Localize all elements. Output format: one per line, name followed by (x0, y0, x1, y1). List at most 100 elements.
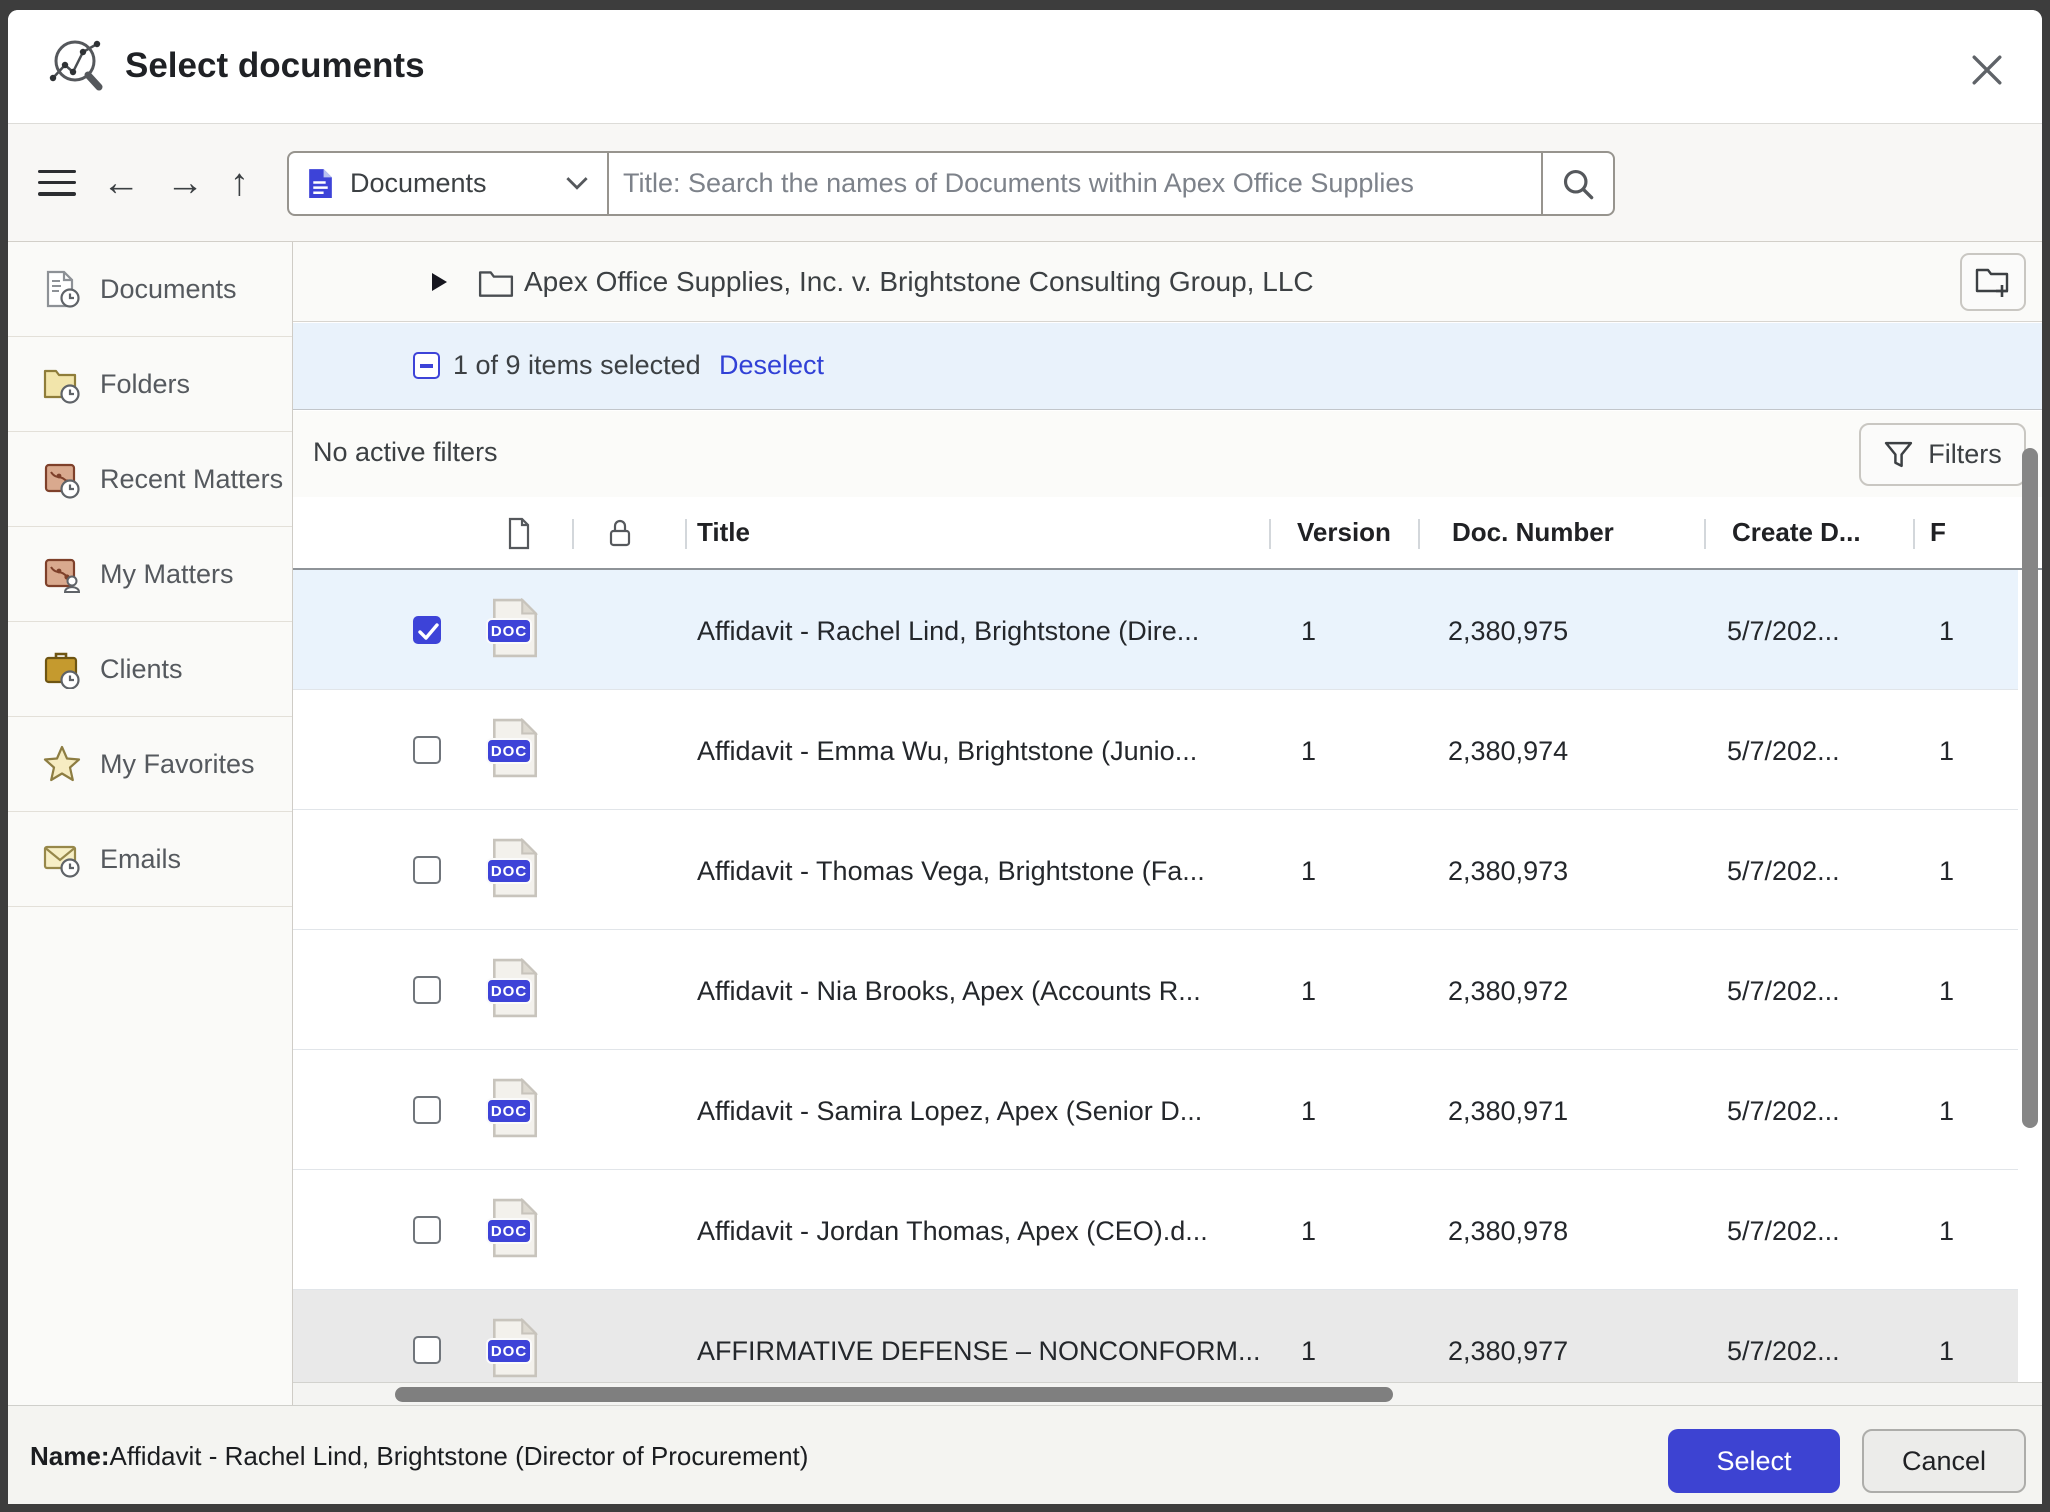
sidebar-item-my-favorites[interactable]: My Favorites (8, 717, 292, 812)
column-header-doc-number[interactable]: Doc. Number (1452, 517, 1614, 548)
cell-create-date: 5/7/202... (1727, 616, 1840, 647)
chevron-down-icon (565, 176, 589, 191)
row-checkbox[interactable] (413, 736, 441, 764)
cell-title: AFFIRMATIVE DEFENSE – NONCONFORM... (697, 1336, 1261, 1367)
doc-file-icon: DOC (492, 958, 544, 1022)
close-button[interactable] (1965, 48, 2009, 92)
sidebar: Documents Folders Recent Matters (8, 242, 293, 1405)
document-table: DOC Affidavit - Rachel Lind, Brightstone… (293, 570, 2042, 1410)
column-separator (1269, 519, 1271, 549)
column-header-version[interactable]: Version (1297, 517, 1391, 548)
sidebar-item-documents[interactable]: Documents (8, 242, 292, 337)
cell-create-date: 5/7/202... (1727, 856, 1840, 887)
sidebar-item-label: My Matters (100, 559, 234, 590)
breadcrumb-row: Apex Office Supplies, Inc. v. Brightston… (293, 242, 2042, 322)
cell-doc-number: 2,380,973 (1448, 856, 1568, 887)
column-separator (685, 519, 687, 549)
close-icon (1971, 54, 2003, 86)
table-row[interactable]: DOC Affidavit - Rachel Lind, Brightstone… (293, 570, 2018, 690)
navigation-toolbar: ← → ↑ Documents Title: Search the names … (8, 123, 2042, 242)
sidebar-item-label: Emails (100, 844, 181, 875)
sidebar-item-clients[interactable]: Clients (8, 622, 292, 717)
column-separator (1704, 519, 1706, 549)
sidebar-item-recent-matters[interactable]: Recent Matters (8, 432, 292, 527)
expand-triangle-icon[interactable] (432, 273, 447, 291)
table-row[interactable]: DOC Affidavit - Jordan Thomas, Apex (CEO… (293, 1170, 2018, 1290)
cell-title: Affidavit - Thomas Vega, Brightstone (Fa… (697, 856, 1205, 887)
row-checkbox[interactable] (413, 1216, 441, 1244)
doc-badge: DOC (486, 858, 532, 884)
cell-version: 1 (1301, 1336, 1316, 1367)
row-checkbox[interactable] (413, 616, 441, 644)
column-separator (1418, 519, 1420, 549)
up-arrow-icon[interactable]: ↑ (230, 164, 249, 202)
row-checkbox[interactable] (413, 1336, 441, 1364)
table-header: Title Version Doc. Number Create D... ↑ … (293, 497, 2042, 570)
sidebar-item-emails[interactable]: Emails (8, 812, 292, 907)
cell-title: Affidavit - Nia Brooks, Apex (Accounts R… (697, 976, 1201, 1007)
doc-badge: DOC (486, 1098, 532, 1124)
filter-status: No active filters (313, 437, 498, 468)
cell-last: 1 (1939, 1216, 1954, 1247)
column-header-clipped[interactable]: F (1930, 517, 1946, 548)
cell-title: Affidavit - Rachel Lind, Brightstone (Di… (697, 616, 1199, 647)
folder-icon (478, 268, 514, 298)
sidebar-item-my-matters[interactable]: My Matters (8, 527, 292, 622)
column-separator (572, 519, 574, 549)
table-row[interactable]: DOC Affidavit - Emma Wu, Brightstone (Ju… (293, 690, 2018, 810)
forward-arrow-icon[interactable]: → (166, 164, 204, 202)
search-input[interactable]: Title: Search the names of Documents wit… (609, 153, 1541, 214)
blue-document-icon (307, 167, 334, 200)
filters-button-label: Filters (1928, 439, 2002, 470)
search-button[interactable] (1541, 153, 1613, 214)
back-arrow-icon[interactable]: ← (102, 164, 140, 202)
cell-create-date: 5/7/202... (1727, 976, 1840, 1007)
sidebar-item-label: Folders (100, 369, 190, 400)
table-row[interactable]: DOC Affidavit - Nia Brooks, Apex (Accoun… (293, 930, 2018, 1050)
cell-doc-number: 2,380,972 (1448, 976, 1568, 1007)
file-type-column-icon (505, 517, 533, 550)
select-all-checkbox[interactable] (413, 352, 440, 379)
row-checkbox[interactable] (413, 856, 441, 884)
vertical-scrollbar-thumb[interactable] (2022, 448, 2038, 1128)
scope-dropdown[interactable]: Documents (289, 153, 609, 214)
select-button[interactable]: Select (1668, 1429, 1840, 1493)
folder-clock-icon (42, 364, 82, 404)
matter-user-icon (42, 554, 82, 594)
document-clock-icon (42, 269, 82, 309)
new-folder-button[interactable] (1960, 253, 2026, 311)
sidebar-item-label: My Favorites (100, 749, 255, 780)
deselect-link[interactable]: Deselect (719, 350, 824, 381)
cell-version: 1 (1301, 856, 1316, 887)
matter-clock-icon (42, 459, 82, 499)
column-separator (1913, 519, 1915, 549)
column-header-title[interactable]: Title (697, 517, 750, 548)
doc-file-icon: DOC (492, 1318, 544, 1382)
cell-create-date: 5/7/202... (1727, 1336, 1840, 1367)
doc-file-icon: DOC (492, 1078, 544, 1142)
breadcrumb[interactable]: Apex Office Supplies, Inc. v. Brightston… (524, 266, 1314, 298)
cell-create-date: 5/7/202... (1727, 736, 1840, 767)
row-checkbox[interactable] (413, 976, 441, 1004)
row-checkbox[interactable] (413, 1096, 441, 1124)
menu-icon[interactable] (38, 170, 76, 196)
funnel-icon (1883, 440, 1914, 469)
horizontal-scrollbar-thumb[interactable] (395, 1387, 1393, 1402)
table-row[interactable]: DOC Affidavit - Samira Lopez, Apex (Seni… (293, 1050, 2018, 1170)
selection-bar: 1 of 9 items selected Deselect (293, 323, 2042, 410)
sidebar-item-folders[interactable]: Folders (8, 337, 292, 432)
name-label: Name: (30, 1441, 109, 1471)
horizontal-scrollbar[interactable] (293, 1382, 2042, 1405)
table-row[interactable]: DOC Affidavit - Thomas Vega, Brightstone… (293, 810, 2018, 930)
filter-row: No active filters Filters (293, 411, 2042, 497)
new-folder-icon (1974, 265, 2012, 299)
cell-title: Affidavit - Samira Lopez, Apex (Senior D… (697, 1096, 1202, 1127)
column-header-create-date[interactable]: Create D... (1732, 517, 1861, 548)
sidebar-item-label: Recent Matters (100, 464, 283, 495)
cancel-button[interactable]: Cancel (1862, 1429, 2026, 1493)
envelope-clock-icon (42, 839, 82, 879)
cell-title: Affidavit - Jordan Thomas, Apex (CEO).d.… (697, 1216, 1208, 1247)
selection-summary: 1 of 9 items selected (453, 350, 701, 381)
filters-button[interactable]: Filters (1859, 423, 2026, 486)
check-icon (416, 620, 442, 644)
